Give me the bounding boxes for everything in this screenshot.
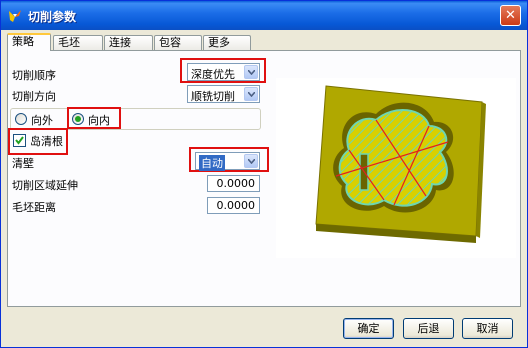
inward-label: 向内 — [88, 114, 110, 127]
tab-connection[interactable]: 连接 — [104, 35, 153, 50]
tab-blank[interactable]: 毛坯 — [53, 35, 103, 50]
radio-selected-dot — [75, 116, 81, 122]
wall-cleanup-value: 自动 — [199, 155, 225, 171]
blank-distance-input[interactable]: 0.0000 — [207, 197, 260, 214]
cut-direction-select[interactable]: 顺铣切削 — [187, 85, 260, 103]
cut-direction-label: 切削方向 — [12, 90, 56, 103]
cut-region-extension-label: 切削区域延伸 — [12, 179, 78, 192]
close-button[interactable]: ✕ — [500, 5, 521, 26]
chevron-down-icon[interactable] — [244, 65, 258, 79]
back-button[interactable]: 后退 — [403, 318, 454, 339]
dialog-window: 切削参数 ✕ 策略 毛坯 连接 包容 更多 切削顺序 深度优先 切削方向 顺铣切… — [0, 0, 528, 348]
blank-distance-label: 毛坯距离 — [12, 201, 56, 214]
ok-button[interactable]: 确定 — [343, 318, 394, 339]
cancel-button[interactable]: 取消 — [462, 318, 513, 339]
chevron-down-icon[interactable] — [244, 87, 258, 101]
tab-label: 策略 — [12, 35, 34, 48]
inward-radio[interactable] — [72, 113, 84, 125]
tab-more[interactable]: 更多 — [203, 35, 251, 50]
wall-cleanup-label: 清壁 — [12, 157, 34, 170]
outward-label: 向外 — [31, 114, 53, 127]
tab-strategy[interactable]: 策略 — [7, 33, 51, 51]
tab-label: 毛坯 — [58, 36, 80, 49]
preview-image — [276, 78, 516, 258]
tab-containment[interactable]: 包容 — [154, 35, 202, 50]
chevron-down-icon[interactable] — [244, 154, 258, 168]
toolpath-preview-graphic — [315, 85, 486, 243]
cut-order-value: 深度优先 — [191, 68, 235, 81]
cut-order-select[interactable]: 深度优先 — [187, 63, 260, 81]
cut-order-label: 切削顺序 — [12, 69, 56, 82]
window-title: 切削参数 — [28, 10, 77, 24]
wall-cleanup-select[interactable]: 自动 — [195, 152, 260, 171]
island-cleanup-checkbox[interactable] — [13, 134, 26, 147]
cut-direction-value: 顺铣切削 — [191, 90, 235, 103]
cut-region-extension-input[interactable]: 0.0000 — [207, 175, 260, 192]
outward-radio[interactable] — [15, 113, 27, 125]
title-bar[interactable]: 切削参数 ✕ — [1, 1, 527, 30]
tab-label: 更多 — [208, 36, 230, 49]
strategy-panel: 切削顺序 深度优先 切削方向 顺铣切削 向外 向内 岛清根 清壁 自动 切削区域… — [7, 50, 521, 307]
tab-label: 连接 — [109, 36, 131, 49]
checkmark-icon — [15, 136, 24, 145]
tab-label: 包容 — [159, 36, 181, 49]
app-logo-icon — [9, 10, 21, 22]
island-cleanup-label: 岛清根 — [30, 135, 63, 148]
